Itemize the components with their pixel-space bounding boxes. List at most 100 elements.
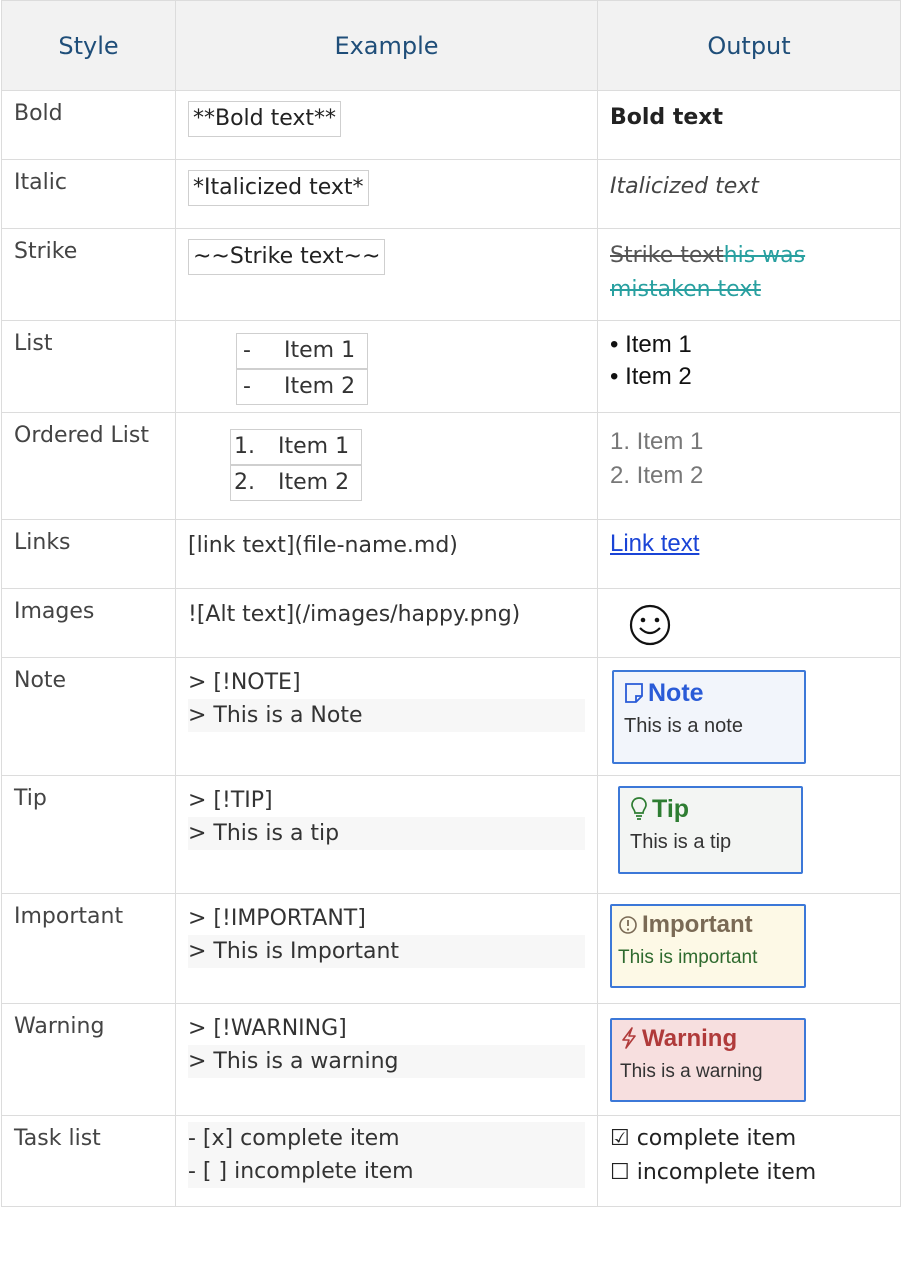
quote-line: > [!WARNING] (188, 1016, 347, 1041)
table-row: Bold **Bold text** Bold text (1, 90, 901, 160)
output-cell: Note This is a note (597, 657, 901, 776)
quote-line: > [!TIP] (188, 788, 273, 813)
lightbulb-icon (630, 796, 648, 827)
output-cell: Bold text (597, 90, 901, 160)
info-circle-icon (618, 913, 638, 943)
header-style: Style (1, 0, 176, 91)
quote-line: > [!NOTE] (188, 670, 301, 695)
style-cell: Ordered List (1, 412, 176, 520)
note-body: This is a note (624, 715, 743, 737)
table-row: Italic *Italicized text* Italicized text (1, 159, 901, 229)
list-item: - Item 1 (236, 333, 368, 369)
output-cell: ☑ complete item ☐ incomplete item (597, 1115, 901, 1207)
output-cell: Italicized text (597, 159, 901, 229)
ordered-item: 1. Item 1 (610, 428, 704, 455)
style-cell: Tip (1, 775, 176, 894)
table-row: Important > [!IMPORTANT] > This is Impor… (1, 893, 901, 1004)
output-cell: Strike texthis was mistaken text (597, 228, 901, 321)
bullet-item: • Item 1 (610, 331, 692, 358)
output-cell: 1. Item 1 2. Item 2 (597, 412, 901, 520)
task-incomplete[interactable]: ☐ incomplete item (610, 1156, 888, 1190)
warning-body: This is a warning (620, 1061, 763, 1082)
header-example: Example (175, 0, 598, 91)
list-item: 1. Item 1 (230, 429, 362, 465)
table-row: Strike ~~Strike text~~ Strike texthis wa… (1, 228, 901, 321)
strike-output-teal: his was (723, 243, 806, 268)
bullet-item: • Item 2 (610, 363, 692, 390)
example-cell: ![Alt text](/images/happy.png) (175, 588, 598, 658)
table-row: Links [link text](file-name.md) Link tex… (1, 519, 901, 589)
smiley-face-icon (628, 603, 672, 653)
style-cell: Italic (1, 159, 176, 229)
quote-line: > This is a tip (188, 817, 585, 850)
style-cell: Warning (1, 1003, 176, 1116)
task-complete[interactable]: ☑ complete item (610, 1122, 888, 1156)
important-alert: Important This is important (610, 904, 806, 988)
style-cell: Important (1, 893, 176, 1004)
style-cell: Links (1, 519, 176, 589)
note-alert: Note This is a note (612, 670, 806, 764)
code-sample: ![Alt text](/images/happy.png) (188, 602, 521, 627)
table-row: Ordered List 1. Item 1 2. Item 2 1. Item 1… (1, 412, 901, 520)
strike-output: Strike text (610, 243, 724, 268)
code-sample: **Bold text** (188, 101, 342, 137)
output-cell: Warning This is a warning (597, 1003, 901, 1116)
example-cell: > [!IMPORTANT] > This is Important (175, 893, 598, 1004)
code-sample: ~~Strike text~~ (188, 239, 386, 275)
example-cell: > [!WARNING] > This is a warning (175, 1003, 598, 1116)
tip-alert: Tip This is a tip (618, 786, 803, 874)
warning-title: Warning (642, 1025, 738, 1052)
list-item: 2. Item 2 (230, 465, 362, 501)
style-cell: Task list (1, 1115, 176, 1207)
important-body: This is important (618, 947, 758, 968)
quote-line: - [ ] incomplete item (188, 1155, 585, 1188)
tip-body: This is a tip (630, 831, 732, 853)
tip-title: Tip (652, 795, 690, 823)
warning-alert: Warning This is a warning (610, 1018, 806, 1102)
table-row: List - Item 1 - Item 2 • Item 1 • Item 2 (1, 320, 901, 413)
lightning-icon (620, 1027, 638, 1057)
style-cell: List (1, 320, 176, 413)
quote-line: > This is a Note (188, 699, 585, 732)
code-sample: [link text](file-name.md) (188, 533, 458, 558)
output-cell: • Item 1 • Item 2 (597, 320, 901, 413)
example-cell: > [!NOTE] > This is a Note (175, 657, 598, 776)
bold-output: Bold text (610, 105, 723, 130)
style-cell: Note (1, 657, 176, 776)
style-cell: Images (1, 588, 176, 658)
note-title: Note (648, 679, 704, 707)
quote-line: > This is Important (188, 935, 585, 968)
strike-output-teal-line2: mistaken text (610, 277, 761, 302)
style-cell: Bold (1, 90, 176, 160)
table-row: Warning > [!WARNING] > This is a warning… (1, 1003, 901, 1116)
quote-line: > This is a warning (188, 1045, 585, 1078)
style-cell: Strike (1, 228, 176, 321)
quote-line: > [!IMPORTANT] (188, 906, 366, 931)
example-cell: - Item 1 - Item 2 (175, 320, 598, 413)
example-cell: [link text](file-name.md) (175, 519, 598, 589)
italic-output: Italicized text (610, 174, 759, 199)
output-cell: Important This is important (597, 893, 901, 1004)
note-icon (624, 681, 644, 711)
example-cell: > [!TIP] > This is a tip (175, 775, 598, 894)
markdown-syntax-table: Style Example Output Bold **Bold text** … (1, 0, 901, 1207)
example-cell: 1. Item 1 2. Item 2 (175, 412, 598, 520)
example-cell: *Italicized text* (175, 159, 598, 229)
ordered-item: 2. Item 2 (610, 462, 704, 489)
table-row: Images ![Alt text](/images/happy.png) (1, 588, 901, 658)
example-cell: - [x] complete item - [ ] incomplete ite… (175, 1115, 598, 1207)
header-row: Style Example Output (1, 0, 901, 91)
table-row: Task list - [x] complete item - [ ] inco… (1, 1115, 901, 1207)
code-sample: *Italicized text* (188, 170, 369, 206)
table-row: Note > [!NOTE] > This is a Note Note Thi… (1, 657, 901, 776)
quote-line: - [x] complete item (188, 1122, 585, 1155)
output-cell: Tip This is a tip (597, 775, 901, 894)
output-cell: Link text (597, 519, 901, 589)
important-title: Important (642, 911, 753, 938)
output-cell (597, 588, 901, 658)
table-row: Tip > [!TIP] > This is a tip Tip This is… (1, 775, 901, 894)
link-output[interactable]: Link text (610, 530, 699, 557)
header-output: Output (597, 0, 901, 91)
example-cell: **Bold text** (175, 90, 598, 160)
example-cell: ~~Strike text~~ (175, 228, 598, 321)
